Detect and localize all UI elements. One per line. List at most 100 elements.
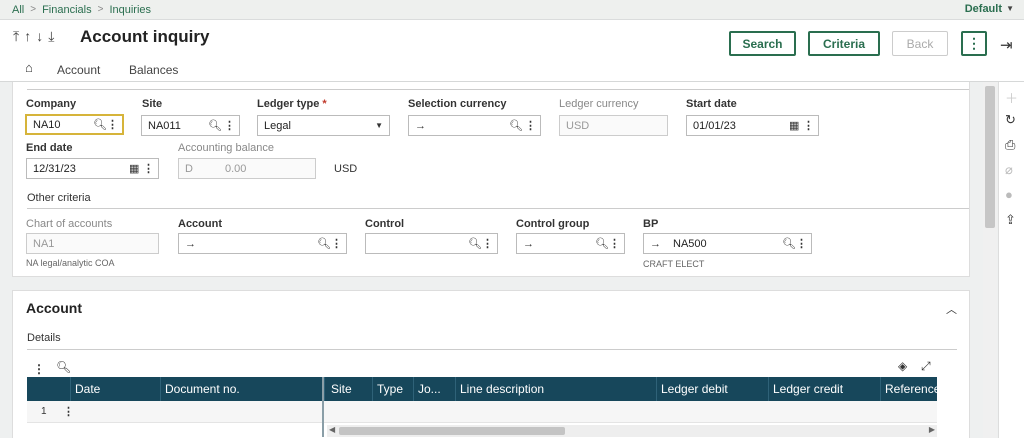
caret-down-icon[interactable]: ▼ — [375, 121, 383, 130]
chevron-right-icon: > — [97, 4, 104, 15]
grid-header-spacer — [27, 377, 71, 401]
bp-label: BP — [643, 218, 659, 230]
tab-bar: ⌂ Account Balances — [0, 60, 300, 82]
more-icon[interactable]: ⋮ — [331, 237, 342, 250]
chart-of-accounts-description: NA legal/analytic COA — [26, 258, 115, 268]
col-ledger-credit[interactable]: Ledger credit — [769, 377, 881, 401]
row-menu-icon[interactable]: ⋮ — [63, 405, 74, 418]
breadcrumb-inquiries[interactable]: Inquiries — [109, 4, 151, 16]
more-icon[interactable]: ⋮ — [609, 237, 620, 250]
calendar-icon[interactable]: ▦ — [789, 119, 799, 132]
search-icon[interactable]: 🔍︎ — [468, 237, 482, 250]
accounting-balance-label: Accounting balance — [178, 142, 275, 154]
search-icon[interactable]: 🔍︎ — [317, 237, 331, 250]
last-record-icon[interactable]: ⤓ — [48, 28, 54, 45]
scroll-right-icon[interactable]: ▶ — [929, 425, 935, 434]
search-icon[interactable]: 🔍︎ — [595, 237, 609, 250]
col-ledger-debit[interactable]: Ledger debit — [657, 377, 769, 401]
expand-icon[interactable]: ⤢ — [921, 359, 931, 374]
end-date-field[interactable]: 12/31/23 ▦ ⋮ — [26, 158, 159, 179]
ledger-currency-value: USD — [566, 119, 590, 132]
breadcrumb: All > Financials > Inquiries Default ▼ — [0, 0, 1024, 20]
refresh-icon[interactable]: ↻ — [1005, 112, 1016, 128]
grid-header: Date Document no. Site Type Jo... Line d… — [27, 377, 937, 401]
search-icon[interactable]: 🔍︎ — [509, 119, 523, 132]
chart-of-accounts-field: NA1 — [26, 233, 159, 254]
exit-icon[interactable]: ⇥ — [1000, 36, 1013, 54]
account-panel: Account ︿ Details ⋮ 🔍︎ ◈ ⤢ Date Document… — [12, 290, 970, 438]
breadcrumb-all[interactable]: All — [12, 4, 24, 16]
chevron-right-icon: > — [30, 4, 37, 15]
col-journal[interactable]: Jo... — [414, 377, 456, 401]
page-header: ⤒ ↑ ↓ ⤓ Account inquiry Search Criteria … — [0, 20, 1024, 82]
calendar-icon[interactable]: ▦ — [129, 162, 139, 175]
col-line-description[interactable]: Line description — [456, 377, 657, 401]
more-icon[interactable]: ⋮ — [224, 119, 235, 132]
other-criteria-title: Other criteria — [27, 192, 91, 204]
site-field[interactable]: NA011 🔍︎ ⋮ — [141, 115, 240, 136]
add-icon[interactable]: ＋ — [1005, 88, 1018, 107]
scrollbar-thumb[interactable] — [985, 86, 995, 228]
home-icon[interactable]: ⌂ — [25, 60, 33, 75]
search-icon[interactable]: 🔍︎ — [208, 119, 222, 132]
start-date-value: 01/01/23 — [693, 119, 736, 132]
col-date[interactable]: Date — [71, 377, 161, 401]
more-icon[interactable]: ⋮ — [482, 237, 493, 250]
first-record-icon[interactable]: ⤒ — [13, 28, 19, 45]
more-actions-button[interactable]: ⋮ — [961, 31, 987, 56]
more-icon[interactable]: ⋮ — [107, 118, 118, 131]
selection-panel: Company NA10 🔍︎ ⋮ Site NA011 🔍︎ ⋮ Ledger… — [12, 82, 970, 277]
comment-icon[interactable]: ● — [1005, 187, 1013, 202]
horizontal-scrollbar[interactable]: ◀ ▶ — [327, 425, 937, 437]
more-icon[interactable]: ⋮ — [803, 119, 814, 132]
col-site[interactable]: Site — [325, 377, 373, 401]
col-type[interactable]: Type — [373, 377, 414, 401]
more-icon[interactable]: ⋮ — [796, 237, 807, 250]
col-reference[interactable]: Reference — [881, 377, 937, 401]
ledger-type-select[interactable]: Legal ▼ — [257, 115, 390, 136]
share-icon[interactable]: ⇪ — [1005, 212, 1016, 228]
next-record-icon[interactable]: ↓ — [36, 28, 43, 45]
layers-icon[interactable]: ◈ — [898, 359, 907, 373]
bp-field[interactable]: → NA500 🔍︎ ⋮ — [643, 233, 812, 254]
end-date-label: End date — [26, 142, 73, 154]
caret-down-icon[interactable]: ▼ — [1006, 4, 1014, 13]
chevron-up-icon[interactable]: ︿ — [946, 301, 957, 317]
start-date-field[interactable]: 01/01/23 ▦ ⋮ — [686, 115, 819, 136]
table-row[interactable]: 1 ⋮ — [27, 401, 937, 423]
vertical-scrollbar[interactable] — [983, 82, 997, 438]
search-button[interactable]: Search — [729, 31, 796, 56]
chart-of-accounts-label: Chart of accounts — [26, 218, 113, 230]
company-field[interactable]: NA10 🔍︎ ⋮ — [25, 114, 124, 135]
control-field[interactable]: 🔍︎ ⋮ — [365, 233, 498, 254]
back-button[interactable]: Back — [892, 31, 948, 56]
selection-currency-field[interactable]: → 🔍︎ ⋮ — [408, 115, 541, 136]
account-section-title: Account — [26, 300, 82, 316]
previous-record-icon[interactable]: ↑ — [24, 28, 31, 45]
layout-selector[interactable]: Default — [965, 3, 1002, 15]
scrollbar-thumb[interactable] — [339, 427, 565, 435]
tab-account[interactable]: Account — [57, 63, 100, 77]
section-divider — [27, 208, 969, 209]
required-mark: * — [322, 98, 327, 110]
account-field[interactable]: → 🔍︎ ⋮ — [178, 233, 347, 254]
print-icon[interactable]: ⎙ — [1005, 137, 1015, 153]
attachment-icon[interactable]: ⌀ — [1005, 162, 1013, 178]
company-label: Company — [26, 98, 77, 110]
arrow-right-icon: → — [415, 119, 426, 132]
more-icon[interactable]: ⋮ — [525, 119, 536, 132]
grid-menu-icon[interactable]: ⋮ — [33, 362, 45, 376]
search-icon[interactable]: 🔍︎ — [782, 237, 796, 250]
accounting-balance-field: D 0.00 — [178, 158, 316, 179]
criteria-button[interactable]: Criteria — [808, 31, 880, 56]
search-icon[interactable]: 🔍︎ — [56, 360, 71, 374]
search-icon[interactable]: 🔍︎ — [93, 118, 107, 131]
scroll-left-icon[interactable]: ◀ — [329, 425, 335, 434]
account-label: Account — [178, 218, 222, 230]
col-document-no[interactable]: Document no. — [161, 377, 325, 401]
tab-balances[interactable]: Balances — [129, 63, 178, 77]
more-icon[interactable]: ⋮ — [143, 162, 154, 175]
ledger-type-label-text: Ledger type — [257, 98, 320, 110]
control-group-field[interactable]: → 🔍︎ ⋮ — [516, 233, 625, 254]
breadcrumb-financials[interactable]: Financials — [42, 4, 92, 16]
